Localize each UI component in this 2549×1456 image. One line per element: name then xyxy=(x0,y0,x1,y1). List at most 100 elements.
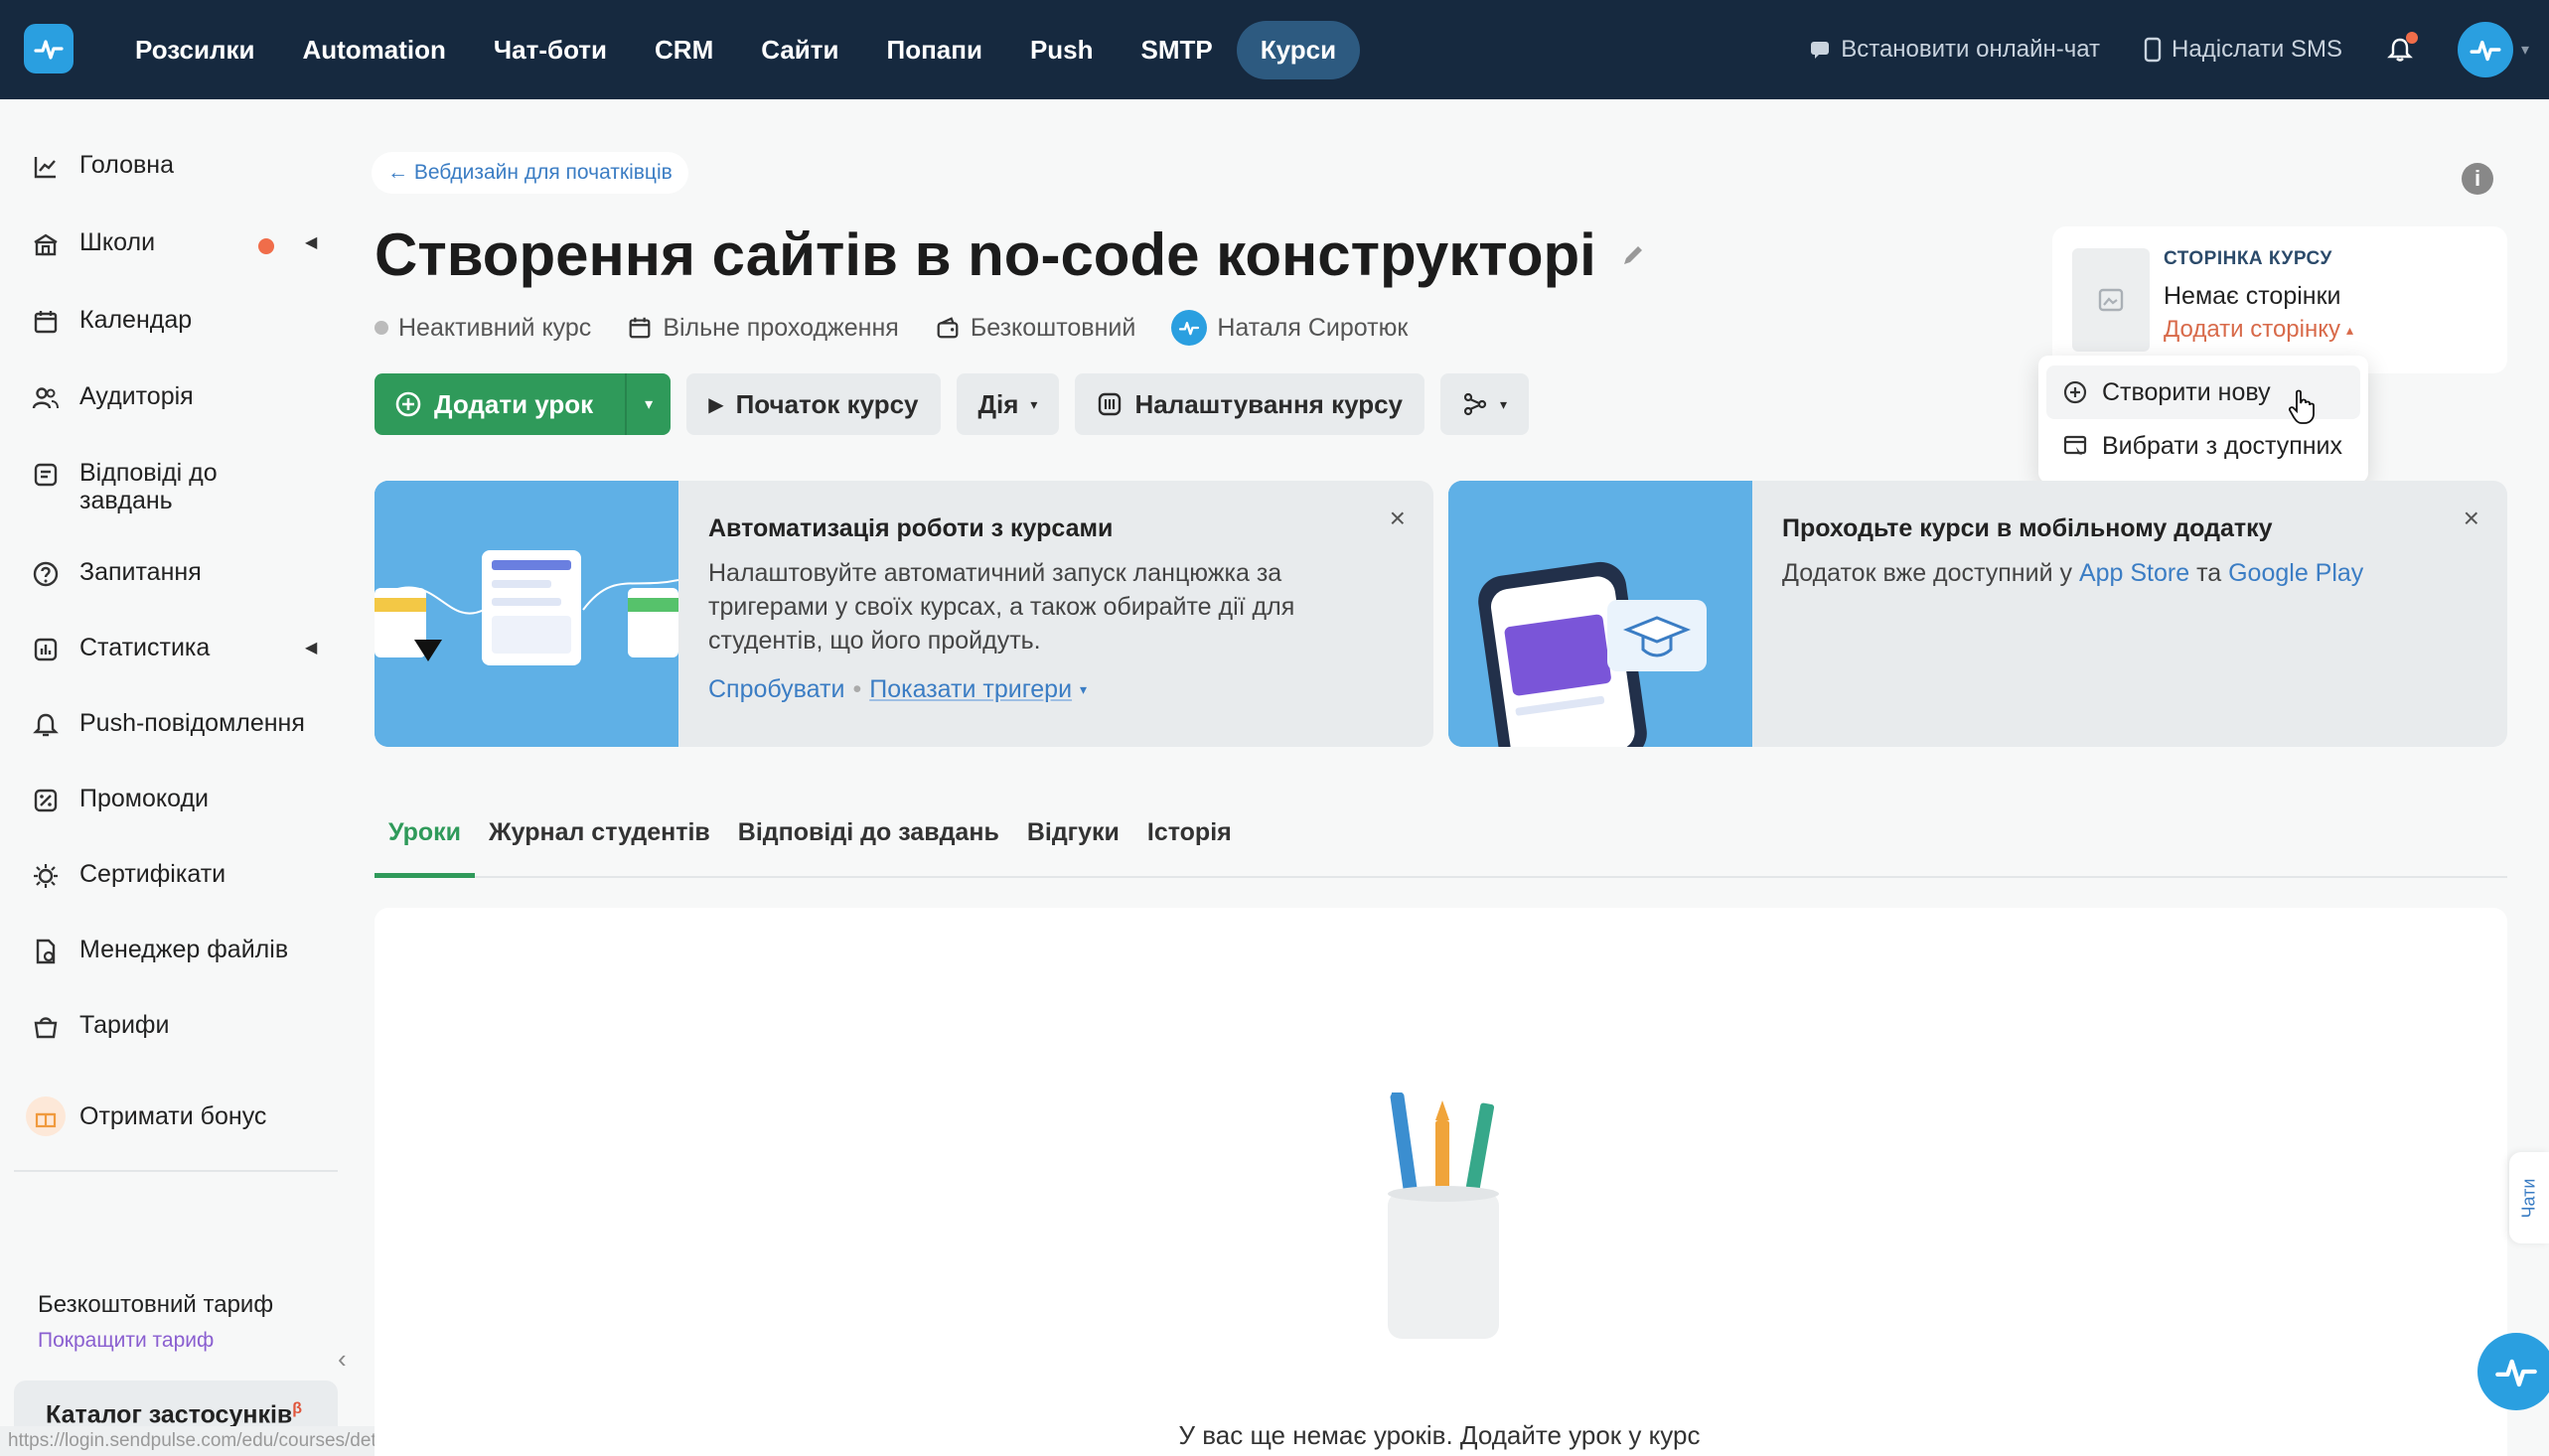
mobile-app-illustration xyxy=(1448,481,1752,747)
image-placeholder-icon xyxy=(2098,288,2124,312)
add-lesson-button-group: Додати урок ▾ xyxy=(375,373,672,435)
info-icon[interactable]: i xyxy=(2462,163,2493,195)
breadcrumb-label: ← Вебдизайн для початківців xyxy=(387,161,673,184)
course-status: Неактивний курс xyxy=(375,314,591,343)
pulse-icon xyxy=(2495,1359,2537,1387)
add-lesson-button[interactable]: Додати урок xyxy=(375,373,613,435)
notifications-button[interactable] xyxy=(2386,32,2418,64)
sidebar-item-label: Менеджер файлів xyxy=(79,936,289,963)
nav-item-chatbots[interactable]: Чат-боти xyxy=(470,21,631,79)
notification-badge xyxy=(2405,32,2418,44)
sendpulse-logo[interactable] xyxy=(24,24,74,73)
course-page-value: Немає сторінки xyxy=(2164,282,2341,310)
nav-item-sites[interactable]: Сайти xyxy=(737,21,862,79)
sidebar-item-label: Статистика xyxy=(79,634,211,661)
course-toolbar: Додати урок ▾ ▶ Початок курсу Дія ▾ Нала… xyxy=(375,373,1530,435)
sidebar-item-file-manager[interactable]: Менеджер файлів xyxy=(32,936,330,965)
sidebar-item-schools[interactable]: Школи ◀ xyxy=(32,228,330,258)
get-bonus-item[interactable]: Отримати бонус xyxy=(26,1096,330,1136)
lessons-panel xyxy=(375,908,2507,1456)
top-actions: Встановити онлайн-чат Надіслати SMS ▾ xyxy=(1809,20,2529,79)
close-icon[interactable]: × xyxy=(1390,503,1406,534)
sidebar-item-home[interactable]: Головна xyxy=(32,151,330,181)
school-icon xyxy=(34,233,58,256)
automation-banner-links: Спробувати • Показати тригери ▾ xyxy=(708,675,1087,704)
share-nodes-icon xyxy=(1463,392,1487,416)
choose-existing-label: Вибрати з доступних xyxy=(2102,431,2343,460)
sidebar-item-promocodes[interactable]: Промокоди xyxy=(32,785,330,814)
get-bonus-label: Отримати бонус xyxy=(79,1102,267,1130)
automation-banner-text: Налаштовуйте автоматичний запуск ланцюжк… xyxy=(708,559,1295,655)
sidebar-item-label: Календар xyxy=(79,306,193,334)
chevron-down-icon: ▾ xyxy=(1080,681,1088,697)
avatar-chevron-icon[interactable]: ▾ xyxy=(2521,40,2529,60)
course-settings-button[interactable]: Налаштування курсу xyxy=(1075,373,1425,435)
course-tabs: Уроки Журнал студентів Відповіді до завд… xyxy=(375,812,2507,878)
wallet-icon xyxy=(937,317,959,339)
sidebar-item-push-notifications[interactable]: Push-повідомлення xyxy=(32,709,330,739)
app-store-link[interactable]: App Store xyxy=(2079,559,2189,587)
collapse-sidebar-icon[interactable]: ‹ xyxy=(338,1344,347,1375)
close-icon[interactable]: × xyxy=(2464,503,2479,534)
add-lesson-label: Додати урок xyxy=(434,388,594,419)
upgrade-plan-link[interactable]: Покращити тариф xyxy=(38,1329,273,1353)
mobile-app-banner-text: Додаток вже доступний у App Store та Goo… xyxy=(1782,556,2398,590)
edit-pencil-icon[interactable] xyxy=(1618,240,1648,270)
chats-side-tab[interactable]: Чати xyxy=(2509,1152,2549,1243)
course-settings-label: Налаштування курсу xyxy=(1134,388,1404,419)
empty-lessons-message: У вас ще немає уроків. Додайте урок у ку… xyxy=(1178,1420,1701,1450)
tab-task-answers[interactable]: Відповіді до завдань xyxy=(724,812,1013,878)
sidebar-item-certificates[interactable]: Сертифікати xyxy=(32,860,330,890)
sidebar-item-statistics[interactable]: Статистика ◀ xyxy=(32,634,330,663)
sidebar-item-task-answers[interactable]: Відповіді до завдань xyxy=(32,459,330,514)
calendar-icon xyxy=(34,311,58,334)
sidebar: Головна Школи ◀ Календар Аудиторія Відпо… xyxy=(0,99,347,1456)
share-dropdown-button[interactable]: ▾ xyxy=(1440,373,1530,435)
add-page-link[interactable]: Додати сторінку ▴ xyxy=(2164,316,2353,344)
chats-side-tab-label: Чати xyxy=(2518,1178,2539,1218)
breadcrumb[interactable]: ← Вебдизайн для початківців xyxy=(372,152,688,194)
course-author[interactable]: Наталя Сиротюк xyxy=(1171,310,1408,346)
hand-cursor-icon xyxy=(2288,389,2315,424)
add-lesson-dropdown-toggle[interactable]: ▾ xyxy=(625,373,671,435)
chevron-down-icon: ▾ xyxy=(1500,395,1508,412)
action-dropdown-button[interactable]: Дія ▾ xyxy=(956,373,1060,435)
stats-icon xyxy=(34,638,58,661)
nav-item-courses[interactable]: Курси xyxy=(1236,20,1361,79)
nav-item-automation[interactable]: Automation xyxy=(278,21,469,79)
tab-reviews[interactable]: Відгуки xyxy=(1013,812,1133,878)
tab-history[interactable]: Історія xyxy=(1133,812,1246,878)
user-avatar[interactable] xyxy=(2457,22,2513,77)
course-start-button[interactable]: ▶ Початок курсу xyxy=(686,373,941,435)
sidebar-item-tariffs[interactable]: Тарифи xyxy=(32,1011,330,1041)
sidebar-item-calendar[interactable]: Календар xyxy=(32,306,330,336)
show-triggers-link[interactable]: Показати тригери xyxy=(869,675,1072,704)
choose-existing-page-option[interactable]: Вибрати з доступних xyxy=(2046,419,2360,473)
tab-student-journal[interactable]: Журнал студентів xyxy=(475,812,724,878)
sidebar-item-audience[interactable]: Аудиторія xyxy=(32,382,330,412)
link-separator: • xyxy=(852,675,862,703)
nav-item-crm[interactable]: CRM xyxy=(631,21,737,79)
action-label: Дія xyxy=(977,388,1019,419)
support-chat-button[interactable] xyxy=(2477,1333,2549,1410)
sidebar-item-label: Відповіді до завдань xyxy=(79,459,218,514)
nav-item-popups[interactable]: Попапи xyxy=(863,21,1006,79)
nav-item-push[interactable]: Push xyxy=(1006,21,1118,79)
nav-item-smtp[interactable]: SMTP xyxy=(1118,21,1237,79)
schools-badge xyxy=(258,238,274,254)
sidebar-item-label: Запитання xyxy=(79,558,202,586)
nav-item-mailings[interactable]: Розсилки xyxy=(111,21,278,79)
sidebar-item-questions[interactable]: Запитання xyxy=(32,558,330,588)
mobile-app-banner: Проходьте курси в мобільному додатку Дод… xyxy=(1448,481,2507,747)
try-link[interactable]: Спробувати xyxy=(708,675,844,704)
google-play-link[interactable]: Google Play xyxy=(2228,559,2363,587)
course-mode: Вільне проходження xyxy=(627,314,899,343)
install-online-chat-link[interactable]: Встановити онлайн-чат xyxy=(1809,36,2100,64)
send-sms-link[interactable]: Надіслати SMS xyxy=(2144,36,2342,64)
course-page-card: СТОРІНКА КУРСУ Немає сторінки Додати сто… xyxy=(2052,226,2507,373)
create-new-label: Створити нову xyxy=(2102,377,2271,406)
files-icon xyxy=(36,939,56,964)
sidebar-item-label: Сертифікати xyxy=(79,860,226,888)
tab-lessons[interactable]: Уроки xyxy=(375,812,476,878)
course-page-label: СТОРІНКА КУРСУ xyxy=(2164,248,2332,269)
